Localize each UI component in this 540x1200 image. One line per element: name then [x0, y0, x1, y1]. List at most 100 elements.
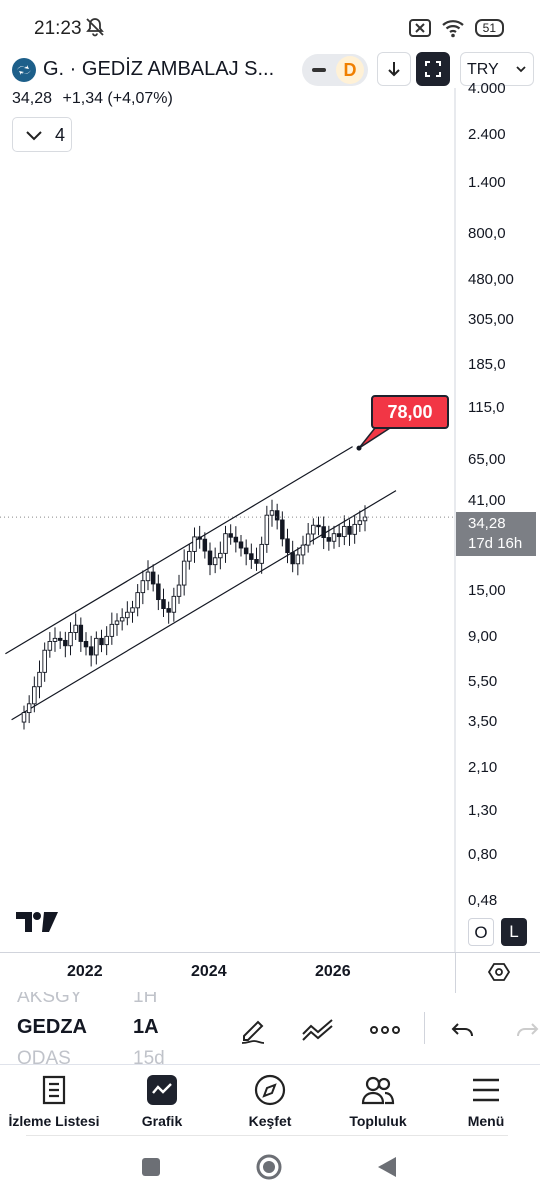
candle-body: [26, 703, 32, 714]
selected-timeframe[interactable]: 1A: [133, 1016, 159, 1039]
candle-body: [135, 592, 140, 609]
interval-badge: D: [336, 56, 364, 84]
candle-body: [300, 544, 306, 556]
candle-body: [145, 571, 151, 582]
y-tick-label: 3,50: [468, 713, 498, 731]
picker-tf-below[interactable]: 15d: [133, 1048, 165, 1064]
nav-explore[interactable]: Keşfet: [216, 1073, 324, 1129]
picker-symbol-above[interactable]: AKSGY: [17, 992, 82, 1008]
candle-body: [42, 649, 47, 673]
candle-body: [269, 510, 275, 516]
picker-symbol-below[interactable]: ODAS: [17, 1048, 71, 1064]
compare-button[interactable]: [377, 52, 411, 86]
bottom-navigation: İzleme Listesi Grafik Keşfet Topluluk Me…: [0, 1064, 540, 1136]
y-tick-label: 0,80: [468, 846, 498, 864]
watchlist-icon: [42, 1075, 66, 1105]
bar-countdown: 17d 16h: [468, 535, 523, 552]
nav-community[interactable]: Topluluk: [324, 1073, 432, 1129]
y-tick-label: 2.400: [468, 125, 506, 143]
recents-icon[interactable]: [141, 1157, 161, 1177]
undo-icon[interactable]: [450, 1014, 476, 1046]
status-time: 21:23: [34, 18, 82, 39]
candle-body: [321, 526, 326, 539]
channel-lower-line[interactable]: [11, 490, 397, 721]
y-tick-label: 5,50: [468, 672, 498, 690]
home-icon[interactable]: [256, 1154, 282, 1180]
chart-icon: [147, 1075, 177, 1105]
arrow-down-icon: [388, 62, 400, 77]
candle-body: [156, 583, 161, 601]
scale-o-button[interactable]: O: [468, 918, 494, 946]
candle-body: [73, 624, 78, 633]
picker-tf-above[interactable]: 1H: [133, 992, 157, 1008]
trend-lines-icon[interactable]: [301, 1014, 335, 1046]
channel-upper-line[interactable]: [5, 446, 353, 655]
candle-body: [336, 533, 342, 538]
fullscreen-icon: [425, 61, 441, 77]
symbol-timeframe-picker[interactable]: AKSGY 1H GEDZA 1A ODAS 15d: [0, 992, 540, 1064]
candle-body: [197, 536, 202, 540]
candle-body: [32, 686, 37, 705]
target-callout[interactable]: 78,00: [371, 395, 449, 429]
nav-watchlist[interactable]: İzleme Listesi: [0, 1073, 108, 1129]
more-icon[interactable]: [369, 1014, 401, 1046]
candle-body: [285, 538, 290, 554]
candle-body: [305, 533, 311, 546]
y-tick-label: 185,0: [468, 356, 506, 374]
tradingview-logo-icon: [16, 912, 58, 932]
candle-body: [243, 547, 249, 555]
candle-body: [176, 584, 182, 597]
y-tick-label: 800,0: [468, 224, 506, 242]
candle-body: [331, 533, 337, 542]
candle-body: [311, 524, 316, 535]
current-price-value: 34,28: [468, 515, 506, 532]
candle-body: [280, 519, 285, 540]
y-tick-label: 41,00: [468, 491, 506, 509]
chart-header: G. · GEDİZ AMBALAJ S... D TRY: [0, 52, 540, 88]
nav-label: Menü: [467, 1113, 505, 1129]
currency-value: TRY: [467, 61, 499, 78]
market-closed-icon: [312, 68, 326, 72]
system-navigation: [0, 1144, 540, 1200]
candle-body: [352, 523, 357, 535]
y-tick-label: 480,00: [468, 270, 514, 288]
nav-label: İzleme Listesi: [8, 1113, 100, 1129]
trend-channel[interactable]: [5, 446, 397, 721]
back-icon[interactable]: [376, 1155, 398, 1179]
candle-body: [47, 641, 53, 651]
chevron-down-icon: [516, 66, 526, 73]
log-scale-button[interactable]: L: [501, 918, 527, 946]
candle-body: [94, 637, 99, 656]
candle-body: [295, 554, 301, 565]
candle-body: [150, 571, 156, 585]
nav-label: Grafik: [141, 1113, 183, 1129]
candle-body: [161, 599, 166, 609]
selected-symbol[interactable]: GEDZA: [17, 1016, 87, 1039]
candle-body: [347, 525, 352, 535]
menu-icon: [473, 1078, 499, 1102]
candle-body: [140, 580, 146, 594]
candle-body: [37, 671, 42, 688]
nav-label: Keşfet: [248, 1113, 292, 1129]
market-status-pill[interactable]: D: [302, 54, 368, 86]
nav-menu[interactable]: Menü: [432, 1073, 540, 1129]
candle-body: [342, 525, 347, 538]
symbol-logo: [12, 58, 36, 82]
nav-chart[interactable]: Grafik: [108, 1073, 216, 1129]
y-tick-label: 115,0: [468, 399, 505, 417]
fullscreen-button[interactable]: [416, 52, 450, 86]
status-bar: 21:23 51: [0, 0, 540, 52]
candle-body: [171, 595, 177, 613]
candle-body: [130, 607, 135, 613]
candle-body: [192, 536, 197, 552]
settings-icon[interactable]: [488, 961, 510, 983]
candle-body: [290, 552, 295, 565]
symbol-title[interactable]: G. · GEDİZ AMBALAJ S...: [43, 58, 274, 81]
candle-body: [362, 516, 368, 522]
time-scale[interactable]: 2022 2024 2026: [0, 952, 540, 993]
y-tick-label: 9,00: [468, 628, 498, 646]
candle-body: [119, 617, 125, 622]
candle-body: [238, 541, 244, 549]
nav-separator: [26, 1135, 508, 1136]
pencil-icon[interactable]: [238, 1014, 270, 1046]
